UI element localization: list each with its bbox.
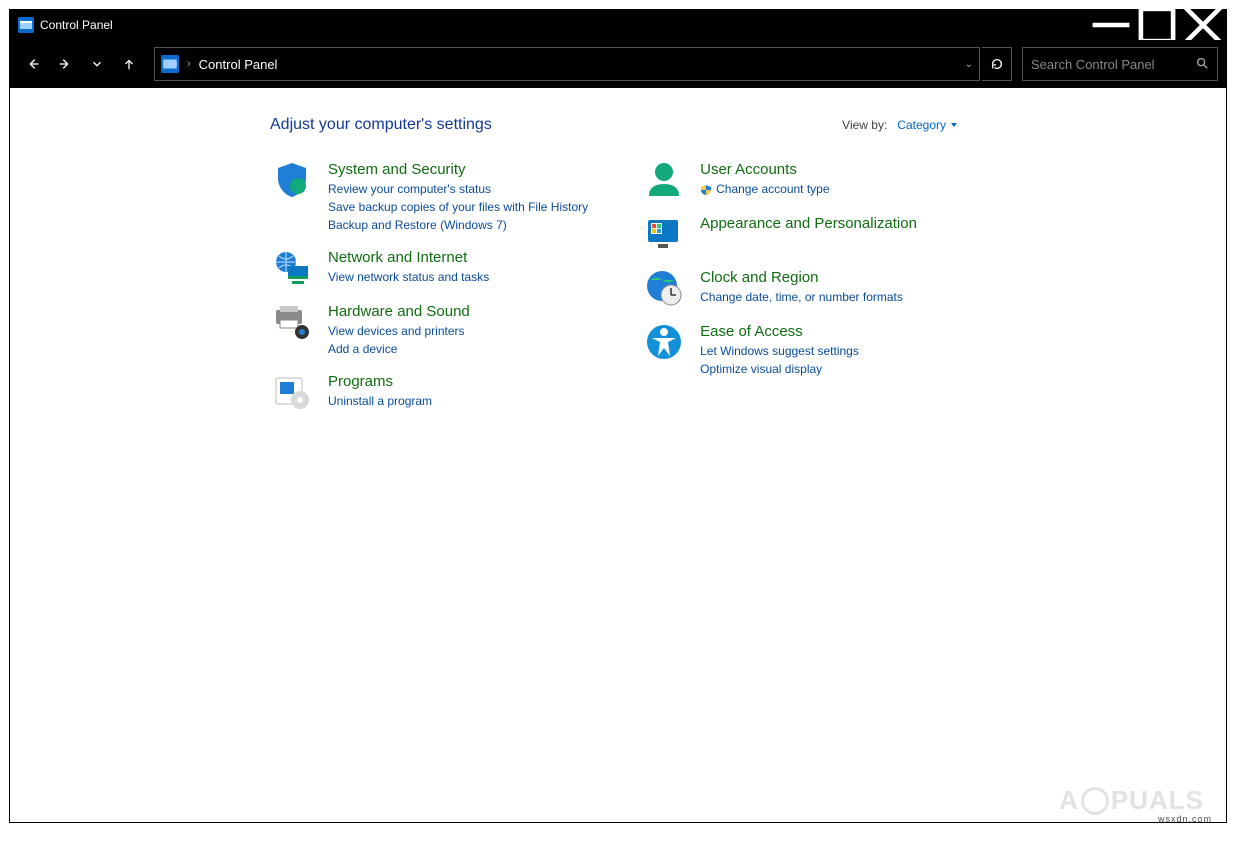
- category-title[interactable]: Network and Internet: [328, 248, 489, 268]
- category-link[interactable]: Backup and Restore (Windows 7): [328, 217, 588, 234]
- breadcrumb[interactable]: Control Panel: [199, 57, 278, 72]
- refresh-button[interactable]: [982, 47, 1012, 81]
- search-placeholder: Search Control Panel: [1031, 57, 1195, 72]
- window: Control Panel › Control Pa: [10, 10, 1226, 822]
- clock-globe-icon: [642, 268, 686, 308]
- up-button[interactable]: [114, 48, 144, 80]
- close-button[interactable]: [1180, 10, 1226, 40]
- watermark-icon: [1081, 787, 1109, 815]
- category-column-right: User Accounts Change account type Appear…: [642, 160, 917, 412]
- control-panel-icon: [161, 55, 179, 73]
- app-icon: [18, 17, 34, 33]
- category-ease-of-access: Ease of Access Let Windows suggest setti…: [642, 322, 917, 378]
- address-bar[interactable]: › Control Panel ⌄: [154, 47, 980, 81]
- view-by-dropdown[interactable]: Category: [897, 118, 958, 132]
- back-button[interactable]: [18, 48, 48, 80]
- globe-monitor-icon: [270, 248, 314, 288]
- maximize-button[interactable]: [1134, 10, 1180, 40]
- category-link[interactable]: Change account type: [700, 181, 829, 198]
- category-link[interactable]: Change date, time, or number formats: [700, 289, 903, 306]
- printer-camera-icon: [270, 302, 314, 342]
- content-area: Adjust your computer's settings View by:…: [10, 88, 1226, 822]
- titlebar: Control Panel: [10, 10, 1226, 40]
- programs-icon: [270, 372, 314, 412]
- category-column-left: System and Security Review your computer…: [270, 160, 588, 412]
- navbar: › Control Panel ⌄ Search Control Panel: [10, 40, 1226, 88]
- user-icon: [642, 160, 686, 200]
- category-programs: Programs Uninstall a program: [270, 372, 588, 412]
- breadcrumb-separator-icon: ›: [187, 58, 191, 70]
- view-by-control: View by: Category: [842, 118, 958, 132]
- recent-locations-button[interactable]: [82, 48, 112, 80]
- category-link[interactable]: Let Windows suggest settings: [700, 343, 859, 360]
- page-heading: Adjust your computer's settings: [270, 116, 492, 134]
- forward-button[interactable]: [50, 48, 80, 80]
- category-title[interactable]: User Accounts: [700, 160, 829, 180]
- accessibility-icon: [642, 322, 686, 362]
- view-by-label: View by:: [842, 118, 887, 132]
- category-link[interactable]: Optimize visual display: [700, 361, 859, 378]
- category-link[interactable]: Review your computer's status: [328, 181, 588, 198]
- category-link[interactable]: View network status and tasks: [328, 269, 489, 286]
- category-hardware-sound: Hardware and Sound View devices and prin…: [270, 302, 588, 358]
- category-user-accounts: User Accounts Change account type: [642, 160, 917, 200]
- category-appearance-personalization: Appearance and Personalization: [642, 214, 917, 254]
- footer-tag: wsxdn.com: [1158, 814, 1212, 822]
- uac-shield-icon: [700, 184, 712, 196]
- category-system-security: System and Security Review your computer…: [270, 160, 588, 234]
- category-title[interactable]: Ease of Access: [700, 322, 859, 342]
- window-title: Control Panel: [40, 18, 113, 32]
- watermark: A PUALS: [1059, 785, 1204, 816]
- category-link[interactable]: Add a device: [328, 341, 470, 358]
- category-title[interactable]: Appearance and Personalization: [700, 214, 917, 234]
- category-network-internet: Network and Internet View network status…: [270, 248, 588, 288]
- category-link[interactable]: Save backup copies of your files with Fi…: [328, 199, 588, 216]
- minimize-button[interactable]: [1088, 10, 1134, 40]
- search-box[interactable]: Search Control Panel: [1022, 47, 1218, 81]
- category-title[interactable]: Clock and Region: [700, 268, 903, 288]
- address-dropdown-icon[interactable]: ⌄: [965, 59, 973, 70]
- category-title[interactable]: Hardware and Sound: [328, 302, 470, 322]
- search-icon: [1195, 56, 1209, 73]
- category-clock-region: Clock and Region Change date, time, or n…: [642, 268, 917, 308]
- category-link[interactable]: View devices and printers: [328, 323, 470, 340]
- shield-icon: [270, 160, 314, 200]
- category-title[interactable]: System and Security: [328, 160, 588, 180]
- category-link[interactable]: Uninstall a program: [328, 393, 432, 410]
- monitor-personalization-icon: [642, 214, 686, 254]
- category-title[interactable]: Programs: [328, 372, 432, 392]
